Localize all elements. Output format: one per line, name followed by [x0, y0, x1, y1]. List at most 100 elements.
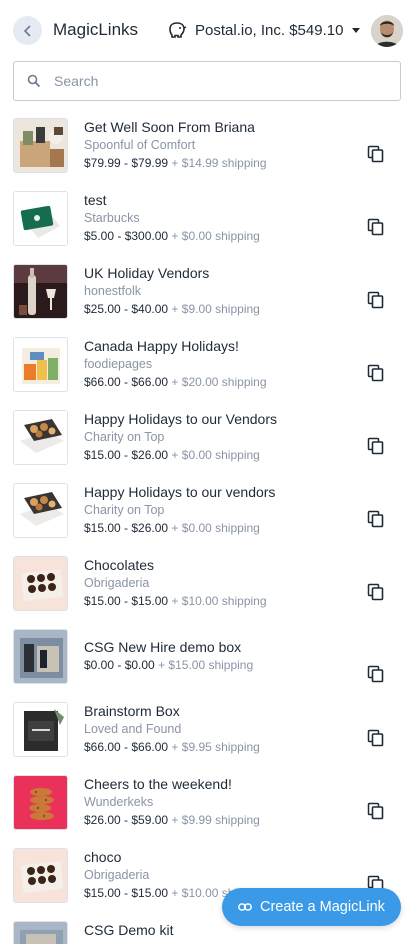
item-price: $15.00 - $26.00 + $0.00 shipping: [84, 446, 277, 464]
item-price: $15.00 - $26.00 + $0.00 shipping: [84, 519, 275, 537]
item-name[interactable]: Happy Holidays to our vendors: [84, 483, 275, 501]
shipping-cost: + $9.99 shipping: [171, 813, 260, 827]
list-item[interactable]: CSG New Hire demo box $0.00 - $0.00 + $15…: [0, 620, 419, 693]
create-magiclink-button[interactable]: Create a MagicLink: [222, 888, 401, 926]
price-range: $5.00 - $300.00: [84, 229, 169, 243]
list-item[interactable]: Get Well Soon From Briana Spoonful of Com…: [0, 109, 419, 182]
item-name[interactable]: Chocolates: [84, 556, 267, 574]
item-thumbnail: [13, 921, 68, 944]
item-text: Get Well Soon From Briana Spoonful of Com…: [84, 118, 267, 172]
item-text: Happy Holidays to our vendors Charity on …: [84, 483, 275, 537]
item-name[interactable]: Get Well Soon From Briana: [84, 118, 267, 136]
copy-link-button[interactable]: [367, 665, 385, 683]
item-text: CSG New Hire demo box $0.00 - $0.00 + $15…: [84, 638, 253, 674]
list-item[interactable]: Chocolates Obrigaderia $15.00 - $15.00 + $…: [0, 547, 419, 620]
item-name[interactable]: Cheers to the weekend!: [84, 775, 260, 793]
create-magiclink-label: Create a MagicLink: [260, 899, 385, 915]
item-price: $15.00 - $15.00 + $10.00 shipping: [84, 592, 267, 610]
magiclinks-list: Get Well Soon From Briana Spoonful of Com…: [0, 109, 419, 944]
search-icon: [27, 74, 41, 88]
copy-link-button[interactable]: [367, 729, 385, 747]
item-text: Brainstorm Box Loved and Found $66.00 - $6…: [84, 702, 260, 756]
item-vendor: Wunderkeks: [84, 795, 154, 809]
piggy-bank-icon: [169, 22, 187, 38]
link-icon: [238, 903, 252, 911]
item-text: test Starbucks $5.00 - $300.00 + $0.00 shi…: [84, 191, 260, 245]
copy-link-button[interactable]: [367, 145, 385, 163]
item-thumbnail: [13, 848, 68, 903]
item-vendor: Obrigaderia: [84, 576, 150, 590]
copy-link-button[interactable]: [367, 583, 385, 601]
item-name[interactable]: Canada Happy Holidays!: [84, 337, 267, 355]
list-item[interactable]: Happy Holidays to our vendors Charity on …: [0, 474, 419, 547]
list-item[interactable]: Brainstorm Box Loved and Found $66.00 - $6…: [0, 693, 419, 766]
copy-link-button[interactable]: [367, 364, 385, 382]
price-range: $15.00 - $26.00: [84, 521, 169, 535]
item-vendor: Starbucks: [84, 211, 140, 225]
item-price: $66.00 - $66.00 + $20.00 shipping: [84, 373, 267, 391]
list-item[interactable]: Cheers to the weekend! Wunderkeks $26.00 -…: [0, 766, 419, 839]
item-thumbnail: [13, 264, 68, 319]
avatar[interactable]: [371, 15, 403, 47]
shipping-cost: + $0.00 shipping: [171, 521, 260, 535]
caret-down-icon: [352, 27, 361, 33]
item-vendor: Charity on Top: [84, 503, 165, 517]
item-text: Happy Holidays to our Vendors Charity on …: [84, 410, 277, 464]
copy-icon: [367, 437, 384, 455]
list-item[interactable]: Happy Holidays to our Vendors Charity on …: [0, 401, 419, 474]
copy-icon: [367, 364, 384, 382]
price-range: $15.00 - $26.00: [84, 448, 169, 462]
item-thumbnail: [13, 702, 68, 757]
item-text: Cheers to the weekend! Wunderkeks $26.00 -…: [84, 775, 260, 829]
item-text: CSG Demo kit: [84, 921, 173, 939]
item-thumbnail: [13, 775, 68, 830]
item-name[interactable]: Happy Holidays to our Vendors: [84, 410, 277, 428]
price-range: $26.00 - $59.00: [84, 813, 169, 827]
item-name[interactable]: UK Holiday Vendors: [84, 264, 260, 282]
shipping-cost: + $10.00 shipping: [171, 594, 267, 608]
copy-link-button[interactable]: [367, 291, 385, 309]
price-range: $15.00 - $15.00: [84, 886, 169, 900]
item-thumbnail: [13, 629, 68, 684]
item-price: $26.00 - $59.00 + $9.99 shipping: [84, 811, 260, 829]
item-vendor: Charity on Top: [84, 430, 165, 444]
item-vendor: foodiepages: [84, 357, 153, 371]
search-input[interactable]: [54, 73, 374, 89]
item-thumbnail: [13, 118, 68, 173]
price-range: $0.00 - $0.00: [84, 658, 155, 672]
account-selector[interactable]: Postal.io, Inc. $549.10: [167, 19, 361, 41]
item-vendor: Spoonful of Comfort: [84, 138, 196, 152]
item-name[interactable]: choco: [84, 848, 267, 866]
copy-link-button[interactable]: [367, 802, 385, 820]
price-range: $25.00 - $40.00: [84, 302, 169, 316]
shipping-cost: + $0.00 shipping: [171, 448, 260, 462]
back-button[interactable]: [13, 16, 42, 45]
item-thumbnail: [13, 483, 68, 538]
shipping-cost: + $9.95 shipping: [171, 740, 260, 754]
item-text: UK Holiday Vendors honestfolk $25.00 - $40…: [84, 264, 260, 318]
price-range: $66.00 - $66.00: [84, 740, 169, 754]
item-name[interactable]: CSG New Hire demo box: [84, 638, 253, 656]
item-price: $25.00 - $40.00 + $9.00 shipping: [84, 300, 260, 318]
copy-link-button[interactable]: [367, 437, 385, 455]
item-text: Chocolates Obrigaderia $15.00 - $15.00 + $…: [84, 556, 267, 610]
item-thumbnail: [13, 410, 68, 465]
item-name[interactable]: CSG Demo kit: [84, 921, 173, 939]
list-item[interactable]: UK Holiday Vendors honestfolk $25.00 - $40…: [0, 255, 419, 328]
item-name[interactable]: test: [84, 191, 260, 209]
list-item[interactable]: Canada Happy Holidays! foodiepages $66.00 …: [0, 328, 419, 401]
price-range: $66.00 - $66.00: [84, 375, 169, 389]
chevron-left-icon: [23, 24, 31, 37]
page-title: MagicLinks: [53, 20, 139, 39]
copy-link-button[interactable]: [367, 218, 385, 236]
copy-icon: [367, 291, 384, 309]
item-vendor: honestfolk: [84, 284, 141, 298]
list-item[interactable]: test Starbucks $5.00 - $300.00 + $0.00 shi…: [0, 182, 419, 255]
price-range: $79.99 - $79.99: [84, 156, 169, 170]
shipping-cost: + $15.00 shipping: [158, 658, 254, 672]
copy-link-button[interactable]: [367, 510, 385, 528]
search-box[interactable]: [13, 61, 401, 101]
item-name[interactable]: Brainstorm Box: [84, 702, 260, 720]
item-price: $5.00 - $300.00 + $0.00 shipping: [84, 227, 260, 245]
shipping-cost: + $9.00 shipping: [171, 302, 260, 316]
